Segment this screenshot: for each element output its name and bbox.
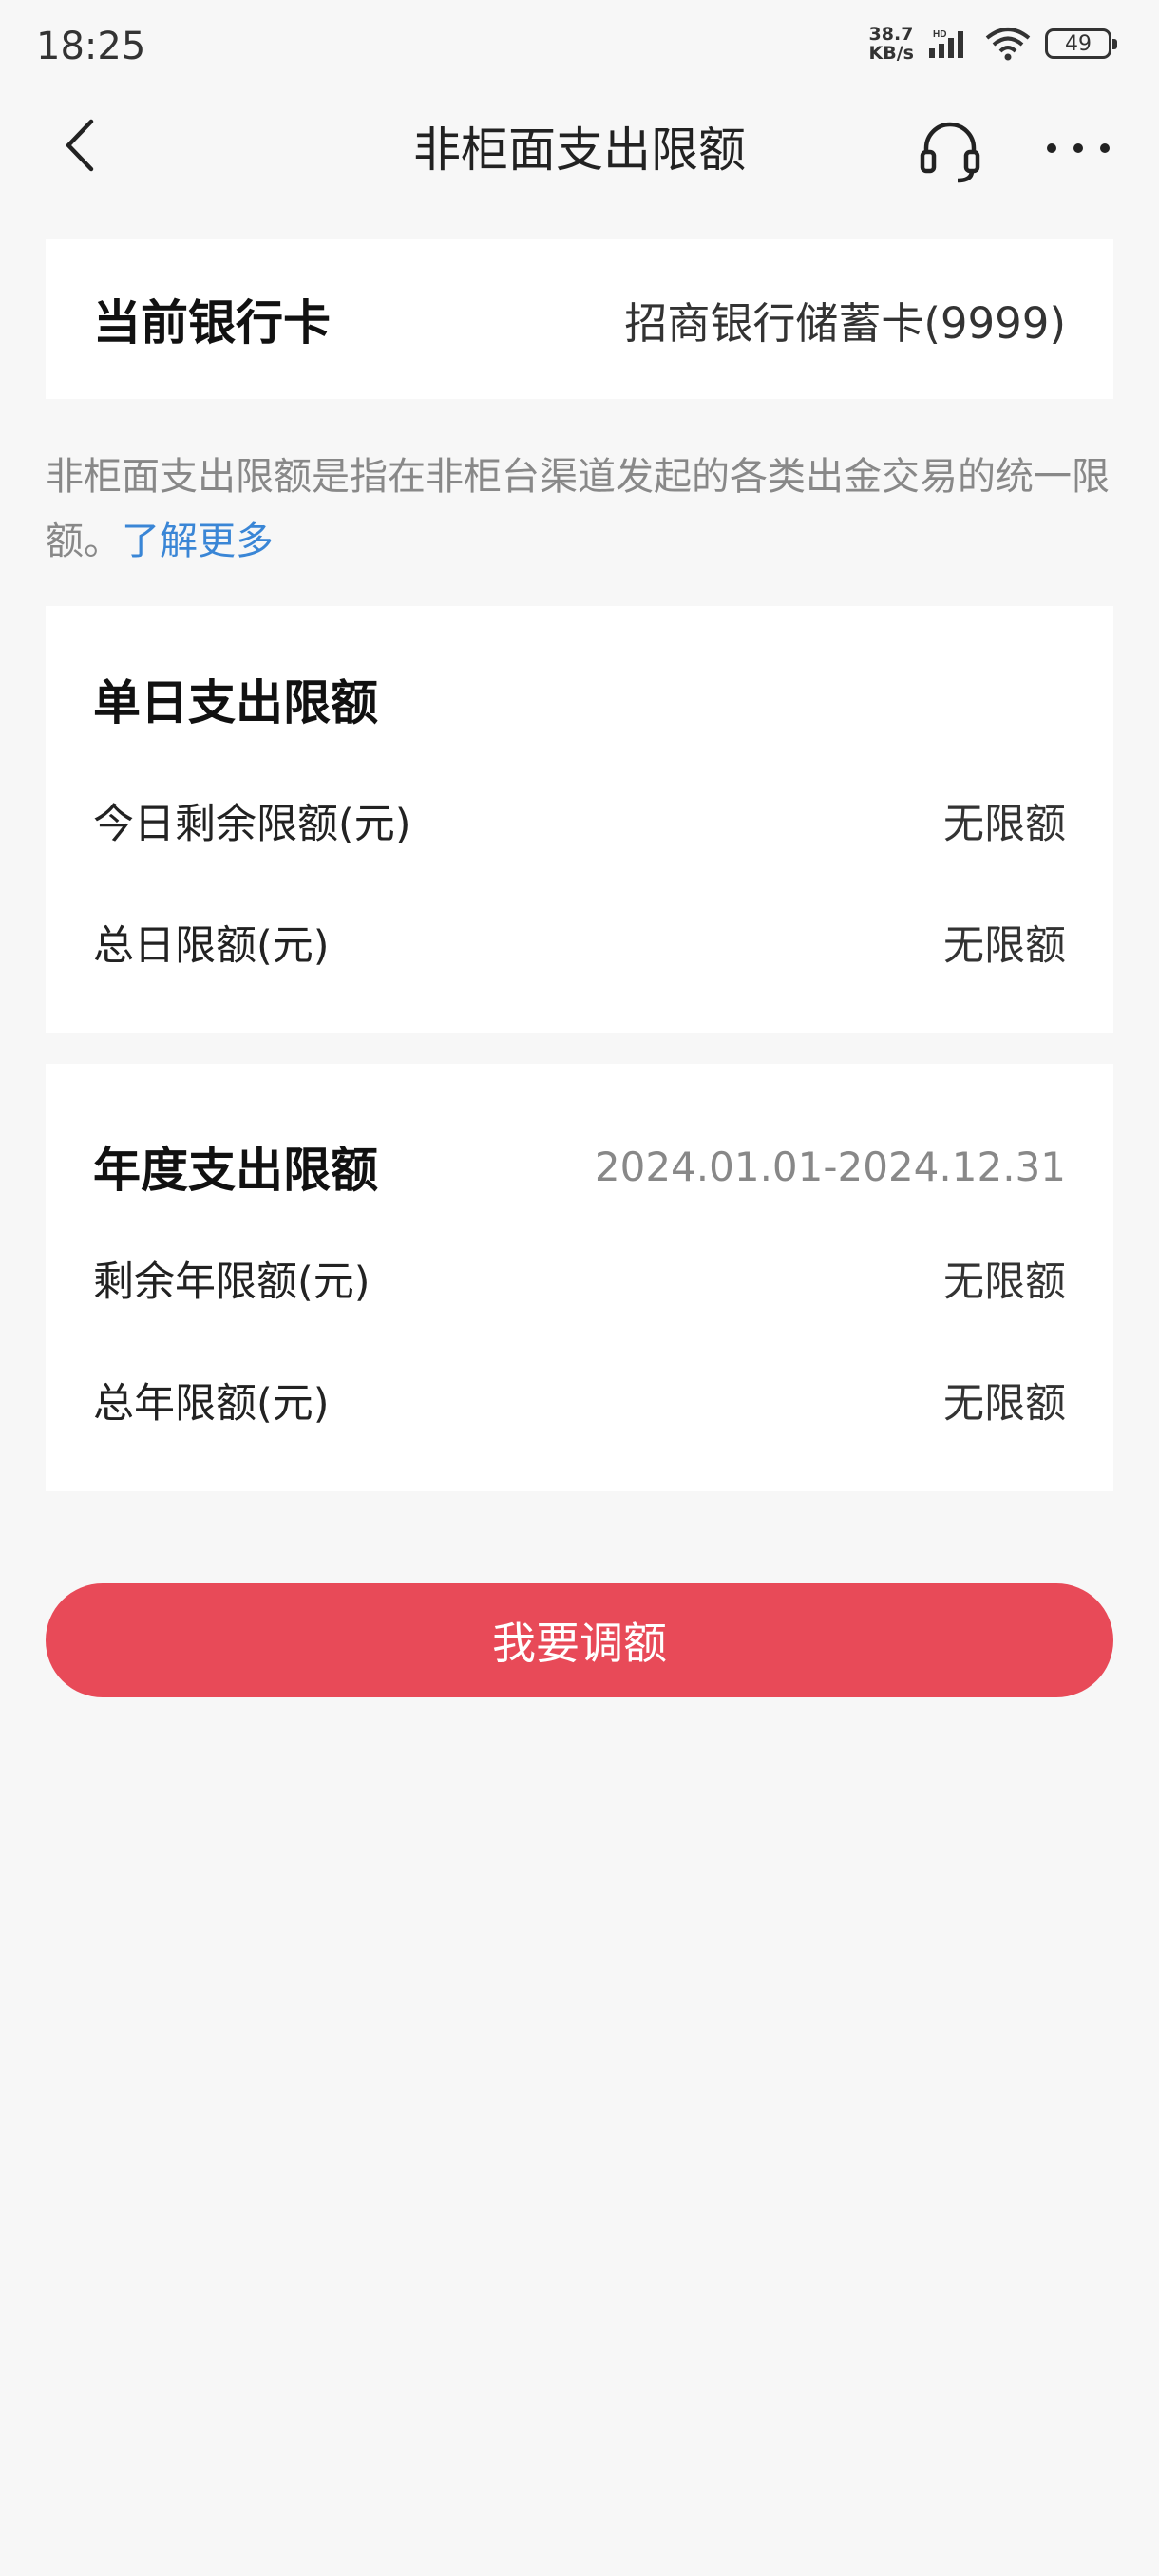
yearly-remaining-row: 剩余年限额(元) 无限额 (93, 1241, 1066, 1316)
yearly-limit-card: 年度支出限额 2024.01.01-2024.12.31 剩余年限额(元) 无限… (46, 1064, 1113, 1491)
current-card-label: 当前银行卡 (93, 295, 331, 350)
daily-limit-title: 单日支出限额 (93, 675, 378, 730)
limit-description: 非柜面支出限额是指在非柜台渠道发起的各类出金交易的统一限额。了解更多 (46, 445, 1113, 574)
daily-remaining-label: 今日剩余限额(元) (93, 801, 411, 848)
customer-service-button[interactable] (912, 112, 988, 188)
daily-limit-card: 单日支出限额 今日剩余限额(元) 无限额 总日限额(元) 无限额 (46, 606, 1113, 1033)
net-speed-value: 38.7 (868, 24, 914, 45)
yearly-total-row: 总年限额(元) 无限额 (93, 1362, 1066, 1438)
yearly-limit-title: 年度支出限额 (93, 1143, 378, 1198)
yearly-period: 2024.01.01-2024.12.31 (594, 1143, 1066, 1190)
status-time: 18:25 (36, 25, 146, 68)
adjust-limit-button[interactable]: 我要调额 (46, 1583, 1113, 1697)
daily-total-label: 总日限额(元) (93, 922, 330, 970)
net-speed-unit: KB/s (868, 43, 914, 64)
daily-total-value: 无限额 (943, 922, 1066, 970)
headset-icon (920, 122, 980, 183)
hd-label: HD (933, 29, 946, 40)
wifi-icon (985, 28, 1031, 61)
network-speed: 38.7 KB/s (869, 25, 914, 63)
battery-icon: 49 (1045, 28, 1117, 59)
yearly-remaining-value: 无限额 (943, 1259, 1066, 1306)
more-dots-icon (1047, 143, 1110, 153)
current-card-panel[interactable]: 当前银行卡 招商银行储蓄卡(9999) (46, 239, 1113, 399)
daily-remaining-value: 无限额 (943, 801, 1066, 848)
daily-remaining-row: 今日剩余限额(元) 无限额 (93, 783, 1066, 859)
yearly-total-label: 总年限额(元) (93, 1380, 330, 1428)
learn-more-link[interactable]: 了解更多 (122, 520, 274, 563)
current-card-value: 招商银行储蓄卡(9999) (624, 297, 1066, 349)
more-button[interactable] (1036, 112, 1121, 188)
daily-total-row: 总日限额(元) 无限额 (93, 904, 1066, 980)
status-icons: 38.7 KB/s HD 49 (869, 25, 1117, 63)
yearly-total-value: 无限额 (943, 1380, 1066, 1428)
signal-icon: HD (929, 29, 963, 58)
yearly-remaining-label: 剩余年限额(元) (93, 1259, 370, 1306)
